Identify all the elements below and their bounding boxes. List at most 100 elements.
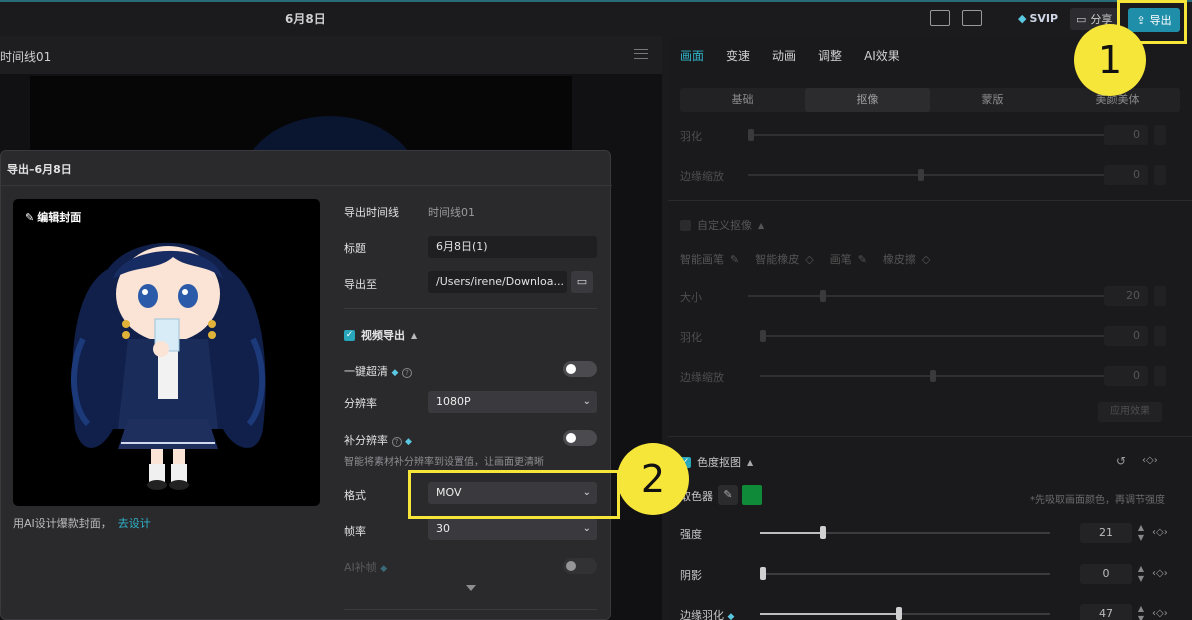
video-export-header[interactable]: ✓ 视频导出 ▲	[344, 327, 417, 343]
subtab-basic[interactable]: 基础	[680, 88, 805, 112]
chroma-key-header[interactable]: ✓ 色度抠图 ▲	[680, 454, 753, 470]
ai-frame-toggle[interactable]	[563, 558, 597, 574]
edge2-label: 边缘缩放	[680, 371, 724, 384]
section-divider	[344, 609, 597, 610]
shadow-keyframe-icon[interactable]: ‹◇›	[1152, 568, 1168, 579]
help-icon: ?	[401, 368, 412, 378]
feather2-knob[interactable]	[760, 330, 766, 342]
brush-label[interactable]: 画笔	[830, 251, 852, 267]
size-label: 大小	[680, 291, 702, 304]
feather2-row: 羽化 0	[680, 326, 1180, 346]
edge-feather-value[interactable]: 47	[1080, 604, 1132, 620]
tab-speed[interactable]: 变速	[726, 47, 750, 64]
tab-adjust[interactable]: 调整	[818, 47, 842, 64]
svip-label: SVIP	[1029, 11, 1059, 25]
feather-value[interactable]: 0	[1104, 125, 1148, 145]
export-path-input[interactable]: /Users/irene/Downloa...	[428, 271, 567, 293]
shadow-track[interactable]	[760, 573, 1050, 575]
size-value[interactable]: 20	[1104, 286, 1148, 306]
eraser-tool-icon[interactable]: ◇	[922, 253, 930, 266]
edge-shrink-knob[interactable]	[918, 169, 924, 181]
custom-matting-checkbox[interactable]	[680, 219, 691, 231]
title-input[interactable]: 6月8日(1)	[428, 236, 597, 258]
layout-icon[interactable]	[962, 10, 982, 26]
apply-effect-button[interactable]: 应用效果	[1098, 402, 1162, 422]
super-clear-toggle[interactable]	[563, 361, 597, 377]
video-export-checkbox[interactable]: ✓	[344, 329, 355, 341]
format-label: 格式	[344, 489, 366, 502]
reset-icon[interactable]: ↺	[1116, 454, 1126, 468]
smart-eraser-label[interactable]: 智能橡皮	[755, 251, 799, 267]
brush-icon[interactable]: ✎	[730, 253, 739, 266]
intensity-knob[interactable]	[820, 526, 826, 539]
intensity-value[interactable]: 21	[1080, 523, 1132, 543]
ai-design-line: 用AI设计爆款封面， 去设计	[13, 515, 151, 531]
dialog-title: 导出–6月8日	[7, 163, 72, 176]
smart-brush-label[interactable]: 智能画笔	[680, 251, 724, 267]
divider	[668, 436, 1192, 437]
keyboard-icon[interactable]	[930, 10, 950, 26]
help-icon: ?	[391, 437, 402, 447]
feather2-track[interactable]	[760, 335, 1108, 337]
eyedropper-icon[interactable]: ✎	[718, 485, 738, 505]
resolution-label: 分辨率	[344, 397, 377, 410]
cover-preview[interactable]: ✎ 编辑封面	[13, 199, 320, 506]
divider	[668, 200, 1192, 201]
resolution-select[interactable]: 1080P ⌄	[428, 391, 597, 413]
diamond-icon: ◆	[1018, 11, 1027, 25]
size-spinner[interactable]	[1154, 286, 1166, 306]
edge2-spinner[interactable]	[1154, 366, 1166, 386]
keyframe-icon[interactable]: ‹◇›	[1142, 455, 1158, 466]
edge-feather-spinner[interactable]: ▲ ▼	[1136, 604, 1146, 620]
menu-icon[interactable]	[634, 49, 648, 59]
chevron-up-icon: ▲	[747, 457, 754, 467]
edge2-knob[interactable]	[930, 370, 936, 382]
edge-shrink-value[interactable]: 0	[1104, 165, 1148, 185]
ai-design-link[interactable]: 去设计	[118, 517, 151, 530]
feather2-value[interactable]: 0	[1104, 326, 1148, 346]
intensity-keyframe-icon[interactable]: ‹◇›	[1152, 527, 1168, 538]
edge-feather-knob[interactable]	[896, 607, 902, 620]
step-badge-1: 1	[1074, 24, 1146, 96]
supplement-res-toggle[interactable]	[563, 430, 597, 446]
edge-shrink-spinner[interactable]	[1154, 165, 1166, 185]
eraser-icon[interactable]: ◇	[805, 253, 813, 266]
eraser-label[interactable]: 橡皮擦	[883, 251, 916, 267]
svip-badge[interactable]: ◆ SVIP	[1012, 8, 1064, 28]
edge-feather-keyframe-icon[interactable]: ‹◇›	[1152, 608, 1168, 619]
intensity-spinner[interactable]: ▲ ▼	[1136, 523, 1146, 543]
picked-color-swatch[interactable]	[742, 485, 762, 505]
subtab-mask[interactable]: 蒙版	[930, 88, 1055, 112]
expand-more-icon[interactable]	[466, 585, 476, 591]
edge2-value[interactable]: 0	[1104, 366, 1148, 386]
edge-shrink-track[interactable]	[748, 174, 1108, 176]
folder-icon[interactable]: ▭	[571, 271, 593, 293]
resolution-value: 1080P	[436, 395, 471, 408]
chevron-down-icon: ⌄	[582, 396, 591, 407]
feather-track[interactable]	[748, 134, 1108, 136]
size-knob[interactable]	[820, 290, 826, 302]
shadow-knob[interactable]	[760, 567, 766, 580]
title-label: 标题	[344, 242, 366, 255]
feather-knob[interactable]	[748, 129, 754, 141]
subtab-matting[interactable]: 抠像	[805, 88, 930, 112]
feather-row: 羽化 0	[680, 125, 1180, 145]
shadow-spinner[interactable]: ▲ ▼	[1136, 564, 1146, 584]
feather2-spinner[interactable]	[1154, 326, 1166, 346]
export-to-label: 导出至	[344, 278, 377, 291]
player-header: 时间线01	[0, 36, 662, 74]
share-icon: ▭	[1076, 12, 1087, 26]
size-track[interactable]	[748, 295, 1108, 297]
feather-spinner[interactable]	[1154, 125, 1166, 145]
project-date: 6月8日	[285, 12, 326, 26]
custom-matting-header[interactable]: 自定义抠像 ▲	[680, 217, 764, 233]
pen-icon[interactable]: ✎	[858, 253, 867, 266]
shadow-value[interactable]: 0	[1080, 564, 1132, 584]
framerate-select[interactable]: 30 ⌄	[428, 518, 597, 540]
picker-hint: *先吸取画面颜色，再调节强度	[1030, 495, 1165, 506]
intensity-label: 强度	[680, 528, 702, 541]
tab-animation[interactable]: 动画	[772, 47, 796, 64]
tab-picture[interactable]: 画面	[680, 47, 704, 64]
tab-ai-effects[interactable]: AI效果	[864, 47, 900, 64]
top-bar: 6月8日 ◆ SVIP ▭ 分享 ⇪ 导出	[0, 2, 1192, 34]
